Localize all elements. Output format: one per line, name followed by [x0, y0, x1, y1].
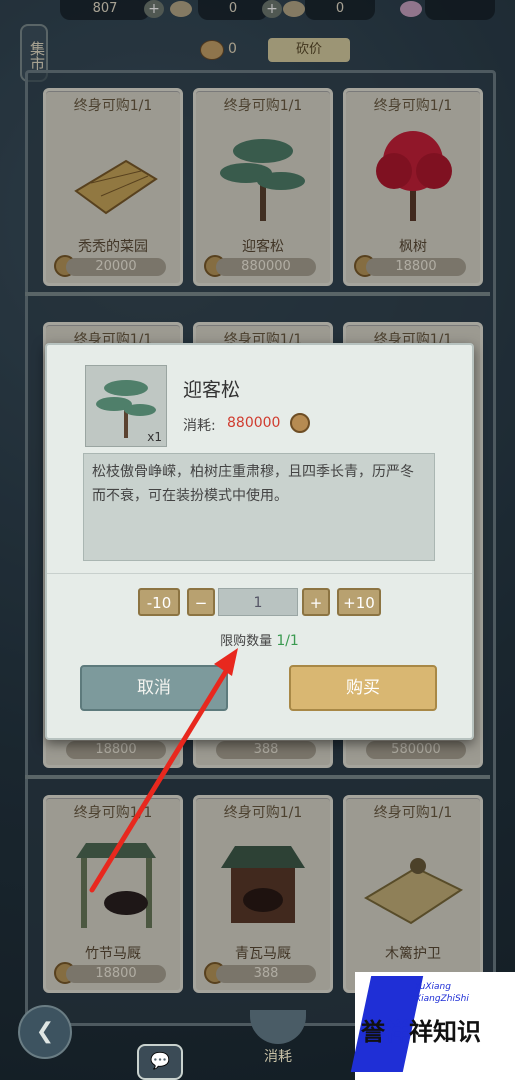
cancel-button[interactable]: 取消	[80, 665, 228, 711]
chat-icon: 💬	[150, 1051, 170, 1070]
plus-ten-label: +10	[343, 594, 375, 612]
chat-button[interactable]: 💬	[137, 1044, 183, 1080]
minus-ten-button[interactable]: -10	[138, 588, 180, 616]
cost-label: 消耗:	[183, 418, 216, 434]
purchase-dialog: x1 迎客松 消耗: 880000 松枝傲骨峥嵘，柏树庄重肃穆，且四季长青，历严…	[45, 343, 474, 740]
watermark-pinyin: YuXiang	[415, 982, 451, 992]
quantity-input[interactable]: 1	[218, 588, 298, 616]
item-title: 迎客松	[183, 379, 241, 401]
consume-tab-label: 消耗	[264, 1049, 292, 1065]
plus-label: +	[309, 594, 323, 612]
copper-coin-icon	[290, 413, 310, 433]
consume-tab[interactable]: 消耗	[238, 1000, 318, 1070]
plus-ten-button[interactable]: +10	[337, 588, 381, 616]
watermark-char: 祥知识	[409, 1018, 481, 1046]
watermark-char: 誉	[361, 1018, 385, 1046]
watermark-char: 祥	[385, 1018, 409, 1046]
dialog-divider	[47, 573, 472, 574]
back-arrow-icon: ❮	[35, 1019, 55, 1044]
item-description: 松枝傲骨峥嵘，柏树庄重肃穆，且四季长青，历严冬而不衰，可在装扮模式中使用。	[83, 453, 435, 561]
minus-label: −	[194, 594, 208, 612]
description-text: 松枝傲骨峥嵘，柏树庄重肃穆，且四季长青，历严冬而不衰，可在装扮模式中使用。	[92, 464, 414, 504]
watermark-pinyin: XiangZhiShi	[415, 994, 469, 1004]
item-quantity: x1	[147, 430, 162, 444]
limit-label: 限购数量	[220, 634, 273, 649]
cost-value: 880000	[227, 415, 281, 431]
plus-button[interactable]: +	[302, 588, 330, 616]
item-thumbnail: x1	[85, 365, 167, 447]
buy-label: 购买	[346, 678, 380, 698]
purchase-limit-row: 限购数量 1/1	[47, 630, 472, 649]
minus-ten-label: -10	[146, 594, 172, 612]
watermark-text: 誉祥祥知识	[361, 1012, 481, 1047]
watermark-logo: YuXiang XiangZhiShi 誉祥祥知识	[350, 972, 515, 1080]
cancel-label: 取消	[137, 678, 171, 698]
buy-button[interactable]: 购买	[289, 665, 437, 711]
bowl-icon	[250, 1010, 306, 1044]
quantity-value: 1	[253, 595, 263, 611]
limit-value: 1/1	[276, 633, 299, 649]
back-button[interactable]: ❮	[18, 1005, 72, 1059]
minus-button[interactable]: −	[187, 588, 215, 616]
